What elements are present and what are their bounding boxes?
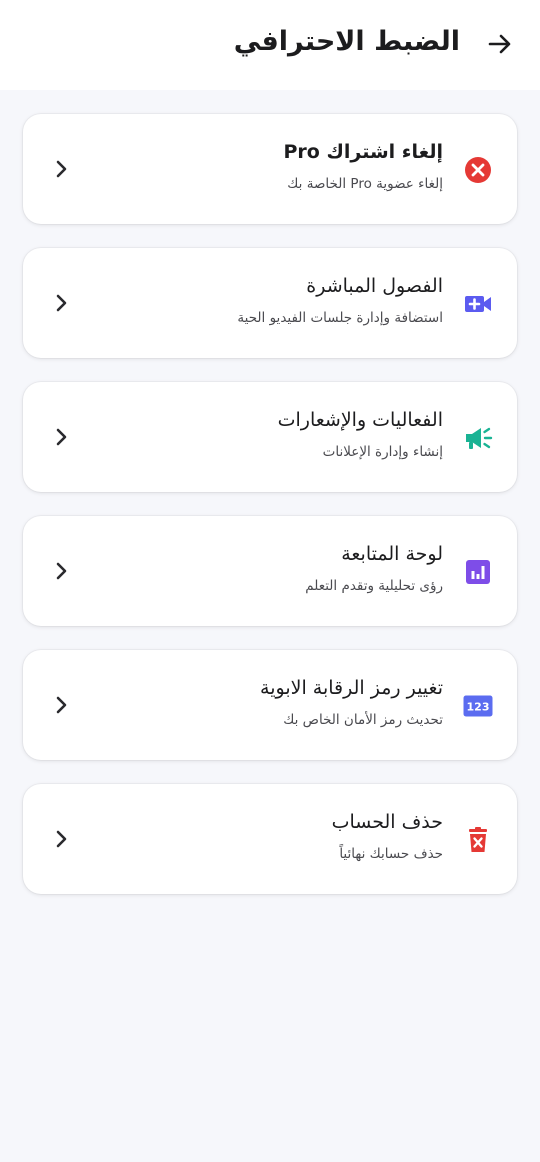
pin-icon-label: 123	[467, 701, 490, 714]
chevron-right-icon	[53, 425, 71, 449]
chevron-right-icon	[53, 291, 71, 315]
item-title: إلغاء اشتراك Pro	[283, 141, 443, 163]
delete-account-item[interactable]: حذف الحساب حذف حسابك نهائياً	[23, 784, 517, 894]
item-title: الفصول المباشرة	[306, 275, 443, 297]
item-subtitle: تحديث رمز الأمان الخاص بك	[283, 712, 443, 728]
item-title: حذف الحساب	[331, 811, 443, 833]
page-title: الضبط الاحترافي	[233, 26, 460, 57]
app-header: الضبط الاحترافي	[0, 0, 540, 90]
cancel-pro-subscription-item[interactable]: إلغاء اشتراك Pro إلغاء عضوية Pro الخاصة …	[23, 114, 517, 224]
chevron-right-icon	[53, 559, 71, 583]
video-add-icon	[463, 289, 493, 319]
item-title: تغيير رمز الرقابة الابوية	[260, 677, 443, 699]
chevron-right-icon	[53, 157, 71, 181]
item-title: لوحة المتابعة	[341, 543, 443, 565]
megaphone-icon	[463, 423, 493, 453]
item-subtitle: إلغاء عضوية Pro الخاصة بك	[287, 176, 443, 192]
item-subtitle: استضافة وإدارة جلسات الفيديو الحية	[237, 310, 443, 326]
delete-icon	[463, 825, 493, 855]
back-button[interactable]	[484, 28, 516, 60]
settings-list: إلغاء اشتراك Pro إلغاء عضوية Pro الخاصة …	[23, 114, 517, 918]
arrow-right-icon	[488, 34, 511, 54]
cancel-circle-icon	[463, 155, 493, 185]
dashboard-item[interactable]: لوحة المتابعة رؤى تحليلية وتقدم التعلم	[23, 516, 517, 626]
chevron-right-icon	[53, 827, 71, 851]
pin-123-icon: 123	[463, 691, 493, 721]
live-classes-item[interactable]: الفصول المباشرة استضافة وإدارة جلسات الف…	[23, 248, 517, 358]
change-parental-pin-item[interactable]: 123 تغيير رمز الرقابة الابوية تحديث رمز …	[23, 650, 517, 760]
item-title: الفعاليات والإشعارات	[277, 409, 443, 431]
item-subtitle: حذف حسابك نهائياً	[339, 846, 443, 862]
analytics-chart-icon	[463, 557, 493, 587]
item-subtitle: إنشاء وإدارة الإعلانات	[322, 444, 443, 460]
item-subtitle: رؤى تحليلية وتقدم التعلم	[305, 578, 443, 594]
chevron-right-icon	[53, 693, 71, 717]
events-notifications-item[interactable]: الفعاليات والإشعارات إنشاء وإدارة الإعلا…	[23, 382, 517, 492]
